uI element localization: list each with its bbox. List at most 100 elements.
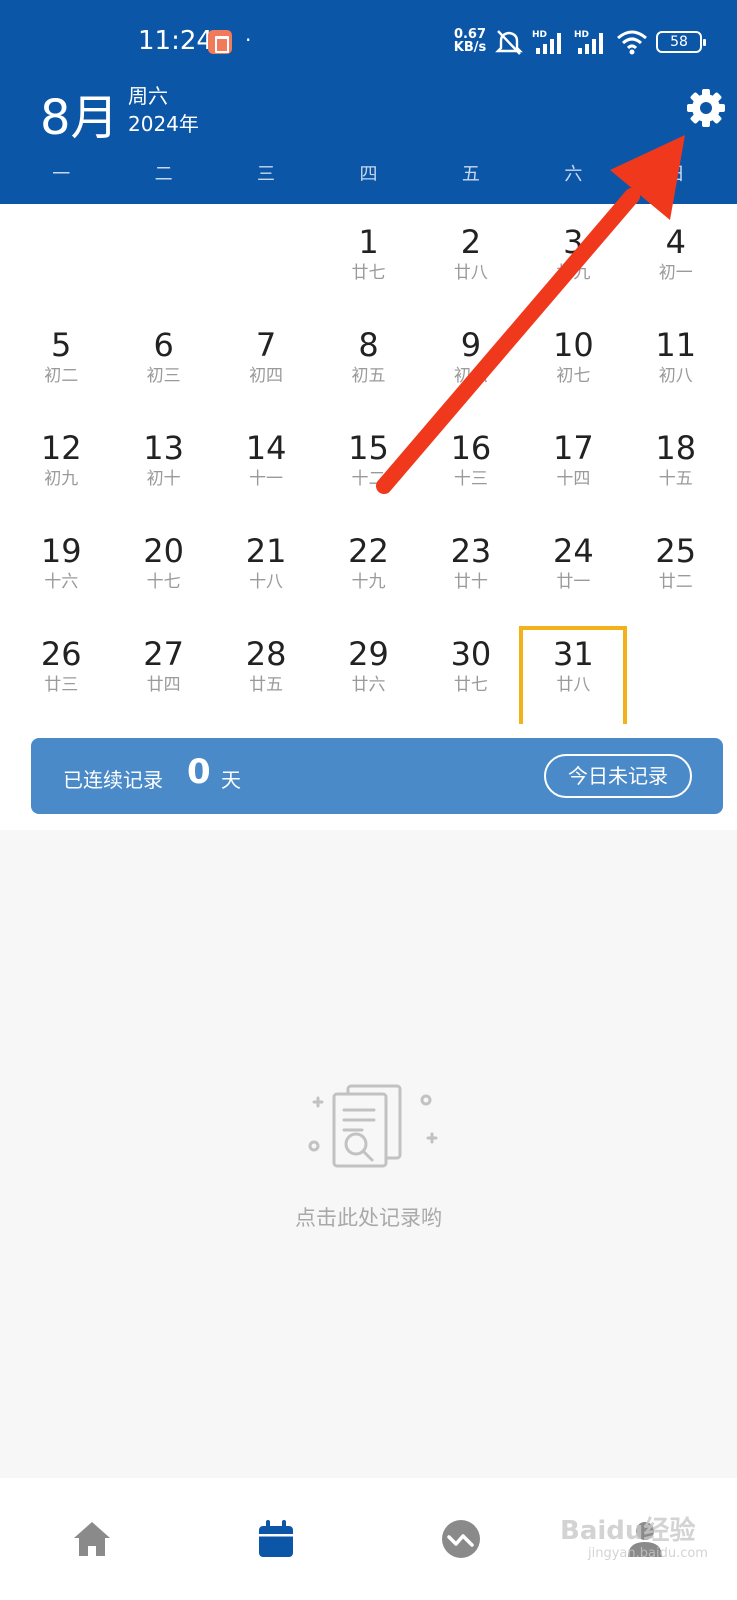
day-number: 24 [552, 532, 594, 570]
status-time: 11:24 [138, 26, 213, 56]
calendar-day[interactable]: 24 廿一 [522, 523, 624, 626]
nav-home[interactable] [0, 1478, 184, 1600]
day-number: 23 [450, 532, 492, 570]
app-notification-icon [208, 30, 232, 54]
app-screen: 11:24 · 0.67 KB/s HD HD 58 8月 周六 2024年 一… [0, 0, 737, 1600]
calendar-day-today[interactable]: 31 廿八 [522, 626, 624, 729]
trend-icon [441, 1520, 480, 1558]
day-number: 12 [40, 429, 82, 467]
calendar-day[interactable]: 7 初四 [215, 317, 317, 420]
calendar-month-view: 1 廿七 2 廿八 3 廿九 4 初一 5 初二 6 初三 7 初四 8 初五 9 初六 10 初七 11 初八 12 初九 1… [0, 204, 737, 724]
svg-text:HD: HD [574, 30, 589, 40]
day-number: 27 [143, 635, 184, 673]
month-title[interactable]: 8月 [40, 78, 119, 148]
calendar-day[interactable]: 14 十一 [215, 420, 317, 523]
lunar-date: 初一 [658, 263, 693, 283]
calendar-day[interactable]: 10 初七 [522, 317, 624, 420]
lunar-date: 廿六 [351, 675, 386, 695]
mute-icon [495, 30, 523, 55]
lunar-date: 廿八 [556, 675, 591, 695]
day-number: 26 [40, 635, 82, 673]
streak-prefix: 已连续记录 [63, 768, 163, 792]
day-number: 5 [51, 326, 72, 364]
day-number: 8 [358, 326, 379, 364]
calendar-day[interactable]: 17 十四 [522, 420, 624, 523]
calendar-day[interactable]: 3 廿九 [522, 214, 624, 317]
day-number: 10 [552, 326, 594, 364]
lunar-date: 初八 [658, 366, 693, 386]
streak-banner: 已连续记录 0 天 今日未记录 [31, 738, 723, 814]
day-number: 19 [40, 532, 82, 570]
calendar-day[interactable]: 20 十七 [112, 523, 214, 626]
calendar-day[interactable]: 15 十二 [317, 420, 419, 523]
lunar-date: 十四 [556, 469, 591, 489]
weekday-label: 三 [257, 164, 276, 185]
watermark-url: jingyan.baidu.com [588, 1546, 708, 1561]
lunar-date: 初七 [556, 366, 591, 386]
lunar-date: 廿三 [44, 675, 79, 695]
lunar-date: 廿五 [249, 675, 284, 695]
lunar-date: 十八 [249, 572, 284, 592]
weekday-label: 四 [359, 164, 378, 185]
nav-trend[interactable] [369, 1478, 553, 1600]
calendar-day[interactable]: 6 初三 [112, 317, 214, 420]
calendar-day[interactable]: 13 初十 [112, 420, 214, 523]
day-number: 4 [665, 223, 686, 261]
calendar-day[interactable]: 5 初二 [10, 317, 112, 420]
empty-state-text[interactable]: 点击此处记录哟 [0, 1202, 737, 1232]
day-number: 31 [552, 635, 594, 673]
lunar-date: 廿十 [453, 572, 488, 592]
calendar-day[interactable]: 30 廿七 [420, 626, 522, 729]
calendar-icon [259, 1520, 294, 1557]
calendar-day[interactable]: 2 廿八 [420, 214, 522, 317]
lunar-date: 廿七 [453, 675, 488, 695]
calendar-day[interactable]: 11 初八 [625, 317, 727, 420]
calendar-day[interactable]: 23 廿十 [420, 523, 522, 626]
lunar-date: 廿一 [556, 572, 591, 592]
calendar-day[interactable]: 18 十五 [625, 420, 727, 523]
calendar-day[interactable]: 22 十九 [317, 523, 419, 626]
calendar-day[interactable]: 8 初五 [317, 317, 419, 420]
lunar-date: 初四 [249, 366, 284, 386]
calendar-day[interactable]: 16 十三 [420, 420, 522, 523]
day-number: 13 [143, 429, 184, 467]
lunar-date: 廿八 [453, 263, 488, 283]
calendar-day[interactable]: 21 十八 [215, 523, 317, 626]
weekday-label: 一 [52, 164, 71, 185]
lunar-date: 十六 [44, 572, 79, 592]
calendar-empty-cell [10, 214, 112, 317]
day-number: 30 [450, 635, 492, 673]
day-number: 25 [655, 532, 697, 570]
day-number: 22 [348, 532, 389, 570]
calendar-empty-cell [112, 214, 214, 317]
streak-suffix: 天 [221, 768, 241, 792]
svg-text:HD: HD [532, 30, 547, 40]
calendar-day[interactable]: 29 廿六 [317, 626, 419, 729]
lunar-date: 初二 [44, 366, 79, 386]
day-number: 11 [655, 326, 697, 364]
home-icon [74, 1522, 111, 1556]
calendar-day[interactable]: 4 初一 [625, 214, 727, 317]
calendar-day[interactable]: 9 初六 [420, 317, 522, 420]
today-record-button[interactable]: 今日未记录 [544, 754, 692, 798]
calendar-day[interactable]: 26 廿三 [10, 626, 112, 729]
gear-icon[interactable] [686, 88, 726, 128]
calendar-day[interactable]: 12 初九 [10, 420, 112, 523]
calendar-day[interactable]: 25 廿二 [625, 523, 727, 626]
lunar-date: 十三 [453, 469, 488, 489]
signal-hd-icon: HD [532, 30, 561, 54]
calendar-empty-cell [215, 214, 317, 317]
calendar-day[interactable]: 19 十六 [10, 523, 112, 626]
weekday-label: 日 [666, 164, 685, 185]
nav-calendar[interactable] [184, 1478, 368, 1600]
lunar-date: 十二 [351, 469, 386, 489]
day-number: 3 [563, 223, 584, 261]
day-number: 9 [460, 326, 482, 364]
calendar-grid: 1 廿七 2 廿八 3 廿九 4 初一 5 初二 6 初三 7 初四 8 初五 9 初六 10 初七 11 初八 12 初九 1… [10, 214, 727, 729]
status-bar: 11:24 · 0.67 KB/s HD HD 58 [0, 22, 737, 62]
calendar-day[interactable]: 1 廿七 [317, 214, 419, 317]
calendar-day[interactable]: 27 廿四 [112, 626, 214, 729]
calendar-day[interactable]: 28 廿五 [215, 626, 317, 729]
empty-state[interactable]: 点击此处记录哟 [0, 830, 737, 1510]
streak-count: 0 [187, 752, 211, 792]
